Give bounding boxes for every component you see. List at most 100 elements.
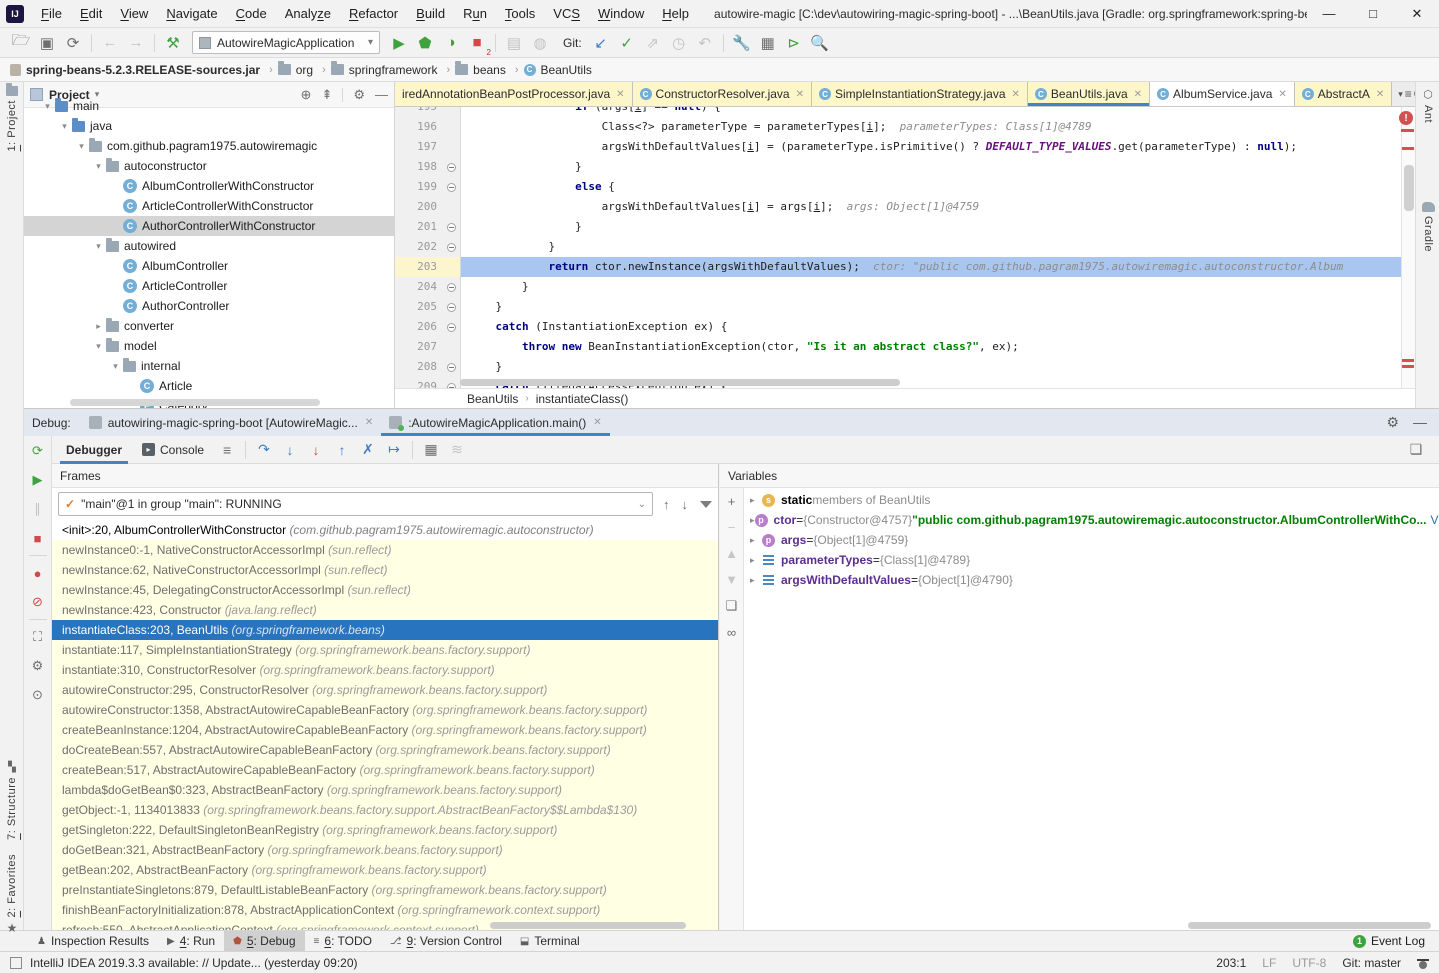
variables-hscrollbar[interactable] [1188,922,1431,929]
editor-breadcrumb-item[interactable]: BeanUtils [467,392,518,406]
editor-breadcrumb-item[interactable]: instantiateClass() [536,392,629,406]
frame-down-icon[interactable]: ↓ [682,497,689,512]
chevron-right-icon[interactable]: ▸ [750,515,755,526]
add-watch-icon[interactable]: + [728,494,736,509]
chevron-icon[interactable]: ▾ [110,361,121,372]
frame-up-icon[interactable]: ↑ [663,497,670,512]
code-line-200[interactable]: 200argsWithDefaultValues[i] = args[i]; a… [395,197,1401,217]
line-number[interactable]: 209 [395,377,443,388]
editor-hscrollbar[interactable] [460,379,900,386]
toolwindow-button-inspection-results[interactable]: ♟Inspection Results [28,931,158,952]
toolwindow-button-terminal[interactable]: ⬓Terminal [511,931,589,952]
hector-icon[interactable] [1417,957,1429,969]
stack-frame[interactable]: instantiate:117, SimpleInstantiationStra… [52,640,718,660]
chevron-icon[interactable]: ▾ [76,141,87,152]
restore-layout-icon[interactable]: ❏ [1403,439,1429,461]
tree-item-main[interactable]: ▾main [24,96,394,116]
tree-item-autoconstructor[interactable]: ▾autoconstructor [24,156,394,176]
stack-frame[interactable]: newInstance0:-1, NativeConstructorAccess… [52,540,718,560]
stack-frame[interactable]: autowireConstructor:1358, AbstractAutowi… [52,700,718,720]
stack-frame[interactable]: lambda$doGetBean$0:323, AbstractBeanFact… [52,780,718,800]
fold-gutter[interactable] [443,157,461,177]
frames-hscrollbar[interactable] [490,922,686,929]
code-line-207[interactable]: 207throw new BeanInstantiationException(… [395,337,1401,357]
rerun-icon[interactable]: ⟳ [28,441,48,461]
breadcrumb-item[interactable]: org [278,63,313,77]
thread-dump-icon[interactable]: ⛶ [28,627,48,647]
open-icon[interactable]: 🗁 [8,31,34,55]
thread-selector[interactable]: ✓ "main"@1 in group "main": RUNNING ⌄ [58,492,653,516]
layout-menu-icon[interactable]: ≡ [214,439,240,461]
run-icon[interactable]: ▶ [386,31,412,55]
tab-console[interactable]: ▸Console [132,436,214,464]
fold-gutter[interactable] [443,217,461,237]
project-structure-icon[interactable]: ▦ [755,31,781,55]
chevron-icon[interactable]: ▾ [93,241,104,252]
step-into-icon[interactable]: ↓ [277,439,303,461]
tab-beanutils-java[interactable]: CBeanUtils.java✕ [1028,82,1150,106]
tree-item-model[interactable]: ▾model [24,336,394,356]
line-number[interactable]: 207 [395,337,443,357]
debug-session-tab-1[interactable]: :AutowireMagicApplication.main()✕ [381,409,609,436]
fold-gutter[interactable] [443,317,461,337]
code-line-199[interactable]: 199else { [395,177,1401,197]
menu-window[interactable]: Window [589,0,653,28]
tree-item-java[interactable]: ▾java [24,116,394,136]
stack-frame[interactable]: finishBeanFactoryInitialization:878, Abs… [52,900,718,920]
stack-frame[interactable]: doGetBean:321, AbstractBeanFactory (org.… [52,840,718,860]
fold-gutter[interactable] [443,297,461,317]
code-editor[interactable]: 195if (args[i] == null) {196Class<?> par… [395,107,1415,388]
variable-row[interactable]: ▸pargs = {Object[1]@4759} [744,530,1439,550]
chevron-right-icon[interactable]: ▸ [750,495,762,506]
tab-albumservice-java[interactable]: CAlbumService.java✕ [1150,82,1295,106]
stack-frame[interactable]: <init>:20, AlbumControllerWithConstructo… [52,520,718,540]
fold-gutter[interactable] [443,237,461,257]
gear-icon[interactable]: ⚙ [1386,414,1399,431]
layout-settings-icon[interactable]: ≋ [444,439,470,461]
fold-marker-icon[interactable] [447,183,456,192]
git-commit-icon[interactable]: ✓ [614,31,640,55]
stop-icon[interactable]: ■2 [464,31,490,55]
close-icon[interactable]: ✕ [1134,89,1142,100]
debug-bug-icon[interactable]: ⬟ [412,31,438,55]
code-line-197[interactable]: 197argsWithDefaultValues[i] = (parameter… [395,137,1401,157]
line-number[interactable]: 197 [395,137,443,157]
tree-item-articlecontrollerwithconstructor[interactable]: CArticleControllerWithConstructor [24,196,394,216]
maximize-button[interactable]: □ [1351,0,1395,28]
sidebar-item-project[interactable]: 1: Project [0,86,24,151]
menu-code[interactable]: Code [227,0,276,28]
debug-session-tab-0[interactable]: autowiring-magic-spring-boot [AutowireMa… [81,409,382,436]
coverage-icon[interactable]: ◑ [438,31,464,55]
sidebar-item-structure[interactable]: ▚ 7: Structure [0,762,24,840]
menu-tools[interactable]: Tools [496,0,544,28]
variable-row[interactable]: ▸pctor = {Constructor@4757} "public com.… [744,510,1439,530]
tree-item-articlecontroller[interactable]: CArticleController [24,276,394,296]
file-encoding[interactable]: UTF-8 [1292,956,1326,970]
menu-navigate[interactable]: Navigate [157,0,226,28]
variable-row[interactable]: ▸parameterTypes = {Class[1]@4789} [744,550,1439,570]
menu-file[interactable]: File [32,0,71,28]
tab-debugger[interactable]: Debugger [56,436,132,464]
git-branch[interactable]: Git: master [1342,956,1401,970]
code-line-205[interactable]: 205} [395,297,1401,317]
history-icon[interactable]: ◷ [666,31,692,55]
tree-item-autowired[interactable]: ▾autowired [24,236,394,256]
step-over-icon[interactable]: ↷ [251,439,277,461]
menu-build[interactable]: Build [407,0,454,28]
fold-gutter[interactable] [443,357,461,377]
close-icon[interactable]: ✕ [1278,89,1286,100]
line-number[interactable]: 205 [395,297,443,317]
search-everywhere-icon[interactable]: 🔍 [807,31,833,55]
save-icon[interactable]: ▣ [34,31,60,55]
tree-item-authorcontroller[interactable]: CAuthorController [24,296,394,316]
line-number[interactable]: 206 [395,317,443,337]
fold-marker-icon[interactable] [447,163,456,172]
tree-item-authorcontrollerwithconstructor[interactable]: CAuthorControllerWithConstructor [24,216,394,236]
stack-frame[interactable]: createBeanInstance:1204, AbstractAutowir… [52,720,718,740]
fold-marker-icon[interactable] [447,223,456,232]
line-number[interactable]: 198 [395,157,443,177]
caret-position[interactable]: 203:1 [1216,956,1246,970]
minimize-button[interactable]: — [1307,0,1351,28]
close-icon[interactable]: ✕ [616,89,624,100]
tree-hscrollbar[interactable] [70,399,320,406]
